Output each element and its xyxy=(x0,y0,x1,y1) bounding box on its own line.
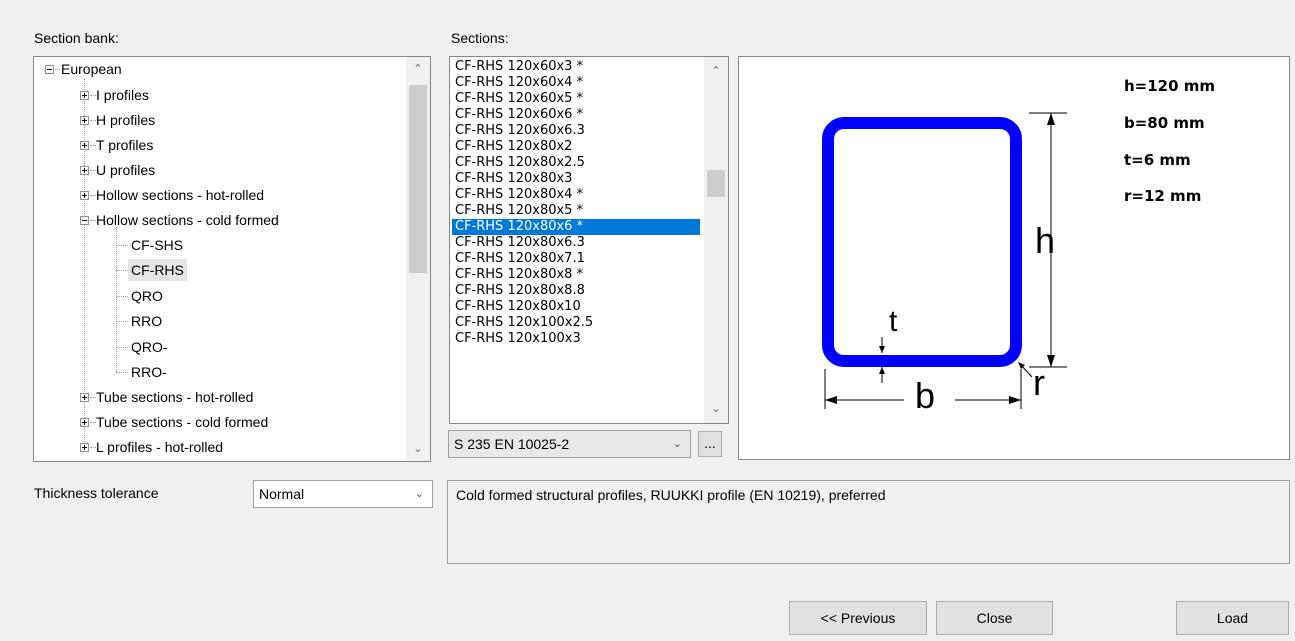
tree-node-t-profiles[interactable]: T profiles xyxy=(96,134,153,156)
scroll-thumb[interactable] xyxy=(409,85,427,273)
load-button[interactable]: Load xyxy=(1176,601,1289,635)
section-item[interactable]: CF-RHS 120x80x8.8 xyxy=(452,283,700,299)
thickness-tolerance-select[interactable]: Normal ⌄ xyxy=(253,480,433,508)
section-item[interactable]: CF-RHS 120x60x6.3 xyxy=(452,123,700,139)
expand-icon[interactable] xyxy=(80,418,89,427)
scroll-down-icon[interactable]: ⌄ xyxy=(406,439,430,459)
expand-icon[interactable] xyxy=(80,191,89,200)
material-value: S 235 EN 10025-2 xyxy=(454,436,570,452)
sections-scrollbar[interactable]: ⌃ ⌄ xyxy=(704,57,728,423)
tree-node-tube-cold-formed[interactable]: Tube sections - cold formed xyxy=(96,411,268,433)
section-item[interactable]: CF-RHS 120x80x8 * xyxy=(452,267,700,283)
b-arrow-right xyxy=(1009,396,1021,404)
chevron-down-icon: ⌄ xyxy=(672,438,682,450)
description-text: Cold formed structural profiles, RUUKKI … xyxy=(456,487,886,503)
section-item[interactable]: CF-RHS 120x100x2.5 xyxy=(452,315,700,331)
section-item[interactable]: CF-RHS 120x80x7.1 xyxy=(452,251,700,267)
tree-node-cf-rhs[interactable]: CF-RHS xyxy=(128,259,187,281)
scroll-up-icon[interactable]: ⌃ xyxy=(704,61,728,81)
sections-label: Sections: xyxy=(451,30,509,46)
section-drawing xyxy=(822,112,1067,409)
section-description: Cold formed structural profiles, RUUKKI … xyxy=(447,480,1290,564)
close-button[interactable]: Close xyxy=(936,601,1053,635)
tree-node-qro[interactable]: QRO xyxy=(131,285,163,307)
expand-icon[interactable] xyxy=(80,141,89,150)
section-item[interactable]: CF-RHS 120x80x6.3 xyxy=(452,235,700,251)
t-arrow-top xyxy=(879,346,885,353)
b-value-text: b=80 mm xyxy=(1124,114,1205,132)
tree-node-hollow-hot-rolled[interactable]: Hollow sections - hot-rolled xyxy=(96,184,264,206)
scroll-down-icon[interactable]: ⌄ xyxy=(704,399,728,419)
section-item[interactable]: CF-RHS 120x60x6 * xyxy=(452,107,700,123)
t-value-text: t=6 mm xyxy=(1124,151,1191,169)
h-label: h xyxy=(1035,220,1056,261)
tree-node-h-profiles[interactable]: H profiles xyxy=(96,109,155,131)
tolerance-value: Normal xyxy=(259,486,305,502)
tree-node-rro[interactable]: RRO xyxy=(131,310,162,332)
section-bank-label: Section bank: xyxy=(34,30,119,46)
expand-icon[interactable] xyxy=(80,91,89,100)
tree-scrollbar[interactable]: ⌃ ⌄ xyxy=(406,57,430,461)
thickness-tolerance-label: Thickness tolerance xyxy=(34,485,159,501)
collapse-icon[interactable] xyxy=(80,216,89,225)
section-preview: h=120 mm b=80 mm t=6 mm r=12 mm h b t r xyxy=(738,56,1290,460)
section-item[interactable]: CF-RHS 120x80x10 xyxy=(452,299,700,315)
section-item[interactable]: CF-RHS 120x80x2.5 xyxy=(452,155,700,171)
b-label: b xyxy=(915,375,936,416)
tree-node-l-profiles-hot-rolled[interactable]: L profiles - hot-rolled xyxy=(96,436,223,458)
tree-node-cf-shs[interactable]: CF-SHS xyxy=(131,234,183,256)
expand-icon[interactable] xyxy=(80,166,89,175)
r-value-text: r=12 mm xyxy=(1124,187,1202,205)
t-arrow-bottom xyxy=(879,367,885,374)
sections-list[interactable]: CF-RHS 120x60x3 * CF-RHS 120x60x4 * CF-RHS… xyxy=(449,56,729,424)
scroll-thumb[interactable] xyxy=(707,170,725,197)
section-item[interactable]: CF-RHS 120x80x5 * xyxy=(452,203,700,219)
expand-icon[interactable] xyxy=(80,393,89,402)
section-item[interactable]: CF-RHS 120x80x4 * xyxy=(452,187,700,203)
tree-node-rro-minus[interactable]: RRO- xyxy=(131,361,167,383)
chevron-down-icon: ⌄ xyxy=(414,488,424,500)
rhs-profile-shape xyxy=(822,117,1022,367)
section-item[interactable]: CF-RHS 120x60x3 * xyxy=(452,59,700,75)
section-item-selected[interactable]: CF-RHS 120x80x6 * xyxy=(452,219,700,235)
section-item[interactable]: CF-RHS 120x80x3 xyxy=(452,171,700,187)
tree-node-hollow-cold-formed[interactable]: Hollow sections - cold formed xyxy=(96,209,279,231)
b-arrow-left xyxy=(825,396,837,404)
tree-node-i-profiles[interactable]: I profiles xyxy=(96,84,149,106)
tree-node-u-profiles[interactable]: U profiles xyxy=(96,159,155,181)
section-item[interactable]: CF-RHS 120x60x5 * xyxy=(452,91,700,107)
t-label: t xyxy=(889,305,898,338)
expand-icon[interactable] xyxy=(80,443,89,452)
material-browse-button[interactable]: ... xyxy=(698,431,722,457)
collapse-icon[interactable] xyxy=(45,65,54,74)
scroll-up-icon[interactable]: ⌃ xyxy=(406,59,430,79)
previous-button[interactable]: << Previous xyxy=(789,601,927,635)
tree-node-european[interactable]: European xyxy=(61,58,122,80)
r-label: r xyxy=(1033,362,1045,403)
material-select[interactable]: S 235 EN 10025-2 ⌄ xyxy=(448,430,691,458)
expand-icon[interactable] xyxy=(80,116,89,125)
h-value-text: h=120 mm xyxy=(1124,77,1216,95)
h-arrow-bottom xyxy=(1047,355,1055,367)
section-item[interactable]: CF-RHS 120x80x2 xyxy=(452,139,700,155)
tree-node-tube-hot-rolled[interactable]: Tube sections - hot-rolled xyxy=(96,386,253,408)
section-item[interactable]: CF-RHS 120x60x4 * xyxy=(452,75,700,91)
h-arrow-top xyxy=(1047,113,1055,125)
section-item[interactable]: CF-RHS 120x100x3 xyxy=(452,331,700,347)
tree-node-qro-minus[interactable]: QRO- xyxy=(131,336,168,358)
section-bank-tree[interactable]: European I profiles H profiles T profile… xyxy=(33,56,431,462)
